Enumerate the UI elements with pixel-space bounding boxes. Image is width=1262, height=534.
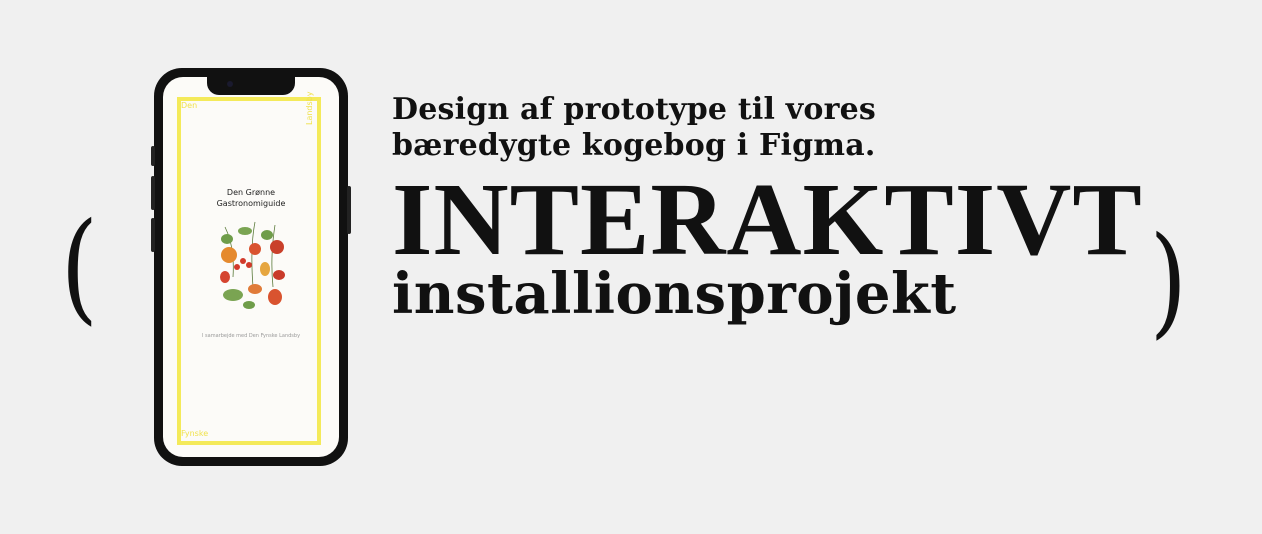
subtitle-line1: Design af prototype til vores (392, 92, 876, 127)
headline-block: Design af prototype til vores bæredygte … (392, 92, 1143, 322)
vegetables-illustration-icon (220, 221, 285, 309)
cover-corner-side: Landsby (305, 91, 314, 126)
phone-volume-down-button (151, 218, 155, 252)
phone-power-button (347, 186, 351, 234)
phone-mockup: Den Landsby Fynske Den Grønne Gastronomi… (151, 68, 351, 466)
phone-volume-up-button (151, 176, 155, 210)
book-title: Den Grønne Gastronomiguide (163, 187, 339, 209)
book-title-line1: Den Grønne (226, 188, 276, 197)
left-parenthesis: ( (60, 198, 99, 337)
phone-notch (207, 77, 295, 95)
book-title-line2: Gastronomiguide (216, 199, 286, 208)
camera-icon (227, 81, 233, 87)
cover-corner-bottom: Fynske (181, 429, 209, 438)
book-subtitle: I samarbejde med Den Fynske Landsby (201, 333, 301, 339)
subtitle: Design af prototype til vores bæredygte … (392, 92, 1143, 164)
main-title: INTERAKTIVT (392, 162, 1143, 277)
subtitle-line2: bæredygte kogebog i Figma. (392, 128, 876, 163)
phone-screen[interactable]: Den Landsby Fynske Den Grønne Gastronomi… (163, 77, 339, 457)
cover-corner-top: Den (181, 101, 198, 110)
phone-side-button (151, 146, 155, 166)
right-parenthesis: ) (1149, 212, 1188, 351)
